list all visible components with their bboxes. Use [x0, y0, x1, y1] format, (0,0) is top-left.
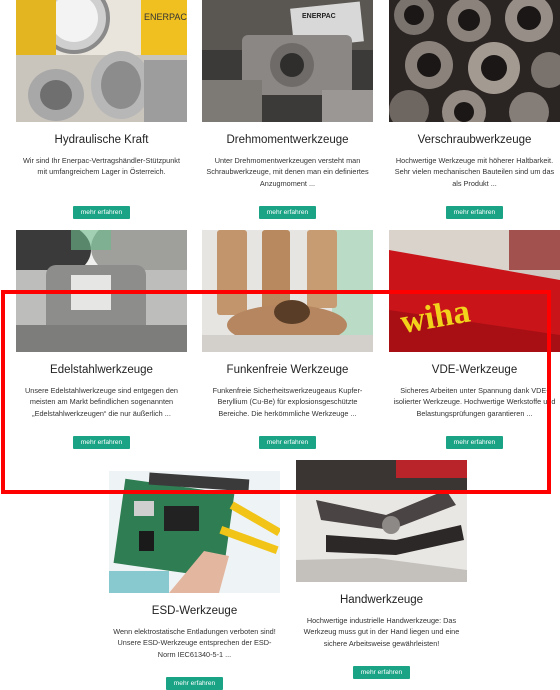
card-title: Verschraubwerkzeuge	[417, 134, 532, 146]
mehr-erfahren-button[interactable]: mehr erfahren	[445, 206, 504, 219]
product-card-esd-werkzeuge: ESD-Werkzeuge Wenn elektrostatische Entl…	[109, 471, 280, 690]
card-description: Wenn elektrostatische Entladungen verbot…	[113, 627, 276, 659]
image-brand-text: ENERPAC	[302, 13, 336, 20]
card-description: Unter Drehmomentwerkzeugen versteht man …	[206, 156, 369, 188]
card-title: Drehmomentwerkzeuge	[226, 134, 349, 146]
product-card-drehmomentwerkzeuge: ENERPAC Drehmomentwerkzeuge Unter Drehmo…	[202, 0, 373, 219]
image-brand-text: ENERPAC	[144, 12, 187, 22]
product-card-verschraubwerkzeuge: Verschraubwerkzeuge Hochwertige Werkzeug…	[389, 0, 560, 219]
mehr-erfahren-button[interactable]: mehr erfahren	[72, 206, 131, 219]
highlight-frame	[1, 290, 551, 494]
card-description: Wir sind Ihr Enerpac-Vertragshändler-Stü…	[23, 156, 180, 177]
card-title: Hydraulische Kraft	[54, 134, 149, 146]
mehr-erfahren-button[interactable]: mehr erfahren	[352, 666, 411, 679]
hydraulic-tools-image[interactable]: ENERPAC	[16, 0, 187, 122]
card-title: ESD-Werkzeuge	[151, 605, 238, 617]
sockets-image[interactable]	[389, 0, 560, 122]
mehr-erfahren-button[interactable]: mehr erfahren	[258, 206, 317, 219]
product-card-hydraulische-kraft: ENERPAC Hydraulische Kraft Wir sind Ihr …	[16, 0, 187, 219]
mehr-erfahren-button[interactable]: mehr erfahren	[165, 677, 224, 690]
card-title: Handwerkzeuge	[339, 594, 424, 606]
card-description: Hochwertige industrielle Handwerkzeuge: …	[303, 616, 460, 648]
torque-tools-image[interactable]: ENERPAC	[202, 0, 373, 122]
card-description: Hochwertige Werkzeuge mit höherer Haltba…	[394, 156, 555, 188]
